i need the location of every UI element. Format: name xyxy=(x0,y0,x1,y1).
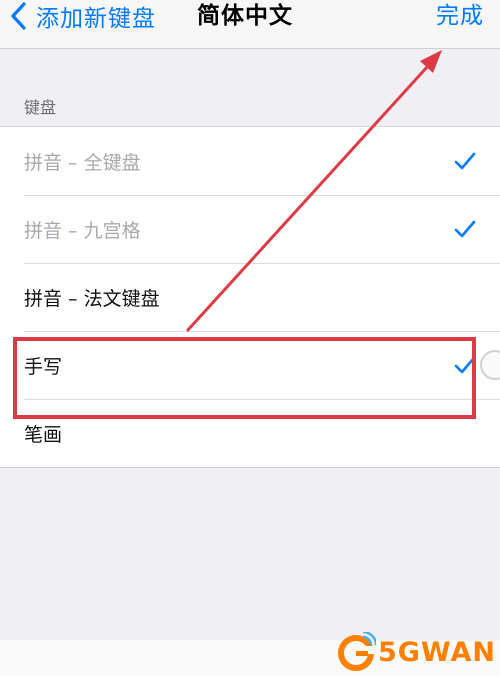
page-title: 简体中文 xyxy=(197,3,293,29)
navigation-bar: 添加新键盘 简体中文 完成 xyxy=(0,0,500,49)
watermark-logo: 5GWAN xyxy=(336,632,496,672)
keyboard-label: 拼音 – 九宫格 xyxy=(24,219,141,242)
watermark-text: 5GWAN xyxy=(377,636,496,668)
keyboard-label: 拼音 – 法文键盘 xyxy=(24,287,160,310)
annotation-highlight-box xyxy=(13,337,476,419)
section-header-keyboards: 键盘 xyxy=(24,98,57,117)
brand-logo-icon xyxy=(337,632,376,671)
keyboard-label: 笔画 xyxy=(24,423,63,446)
keyboard-label: 拼音 – 全键盘 xyxy=(24,151,141,174)
assistive-touch-button[interactable] xyxy=(480,350,500,380)
done-button[interactable]: 完成 xyxy=(436,0,484,32)
checkmark-icon xyxy=(454,152,476,170)
keyboard-row-pinyin-9key[interactable]: 拼音 – 九宫格 xyxy=(0,195,500,263)
back-button-label: 添加新键盘 xyxy=(36,6,156,32)
keyboard-row-pinyin-full[interactable]: 拼音 – 全键盘 xyxy=(0,127,500,195)
back-button[interactable]: 添加新键盘 xyxy=(8,0,156,32)
checkmark-icon xyxy=(454,220,476,238)
keyboard-row-pinyin-french[interactable]: 拼音 – 法文键盘 xyxy=(0,263,500,331)
chevron-left-icon xyxy=(11,2,26,30)
